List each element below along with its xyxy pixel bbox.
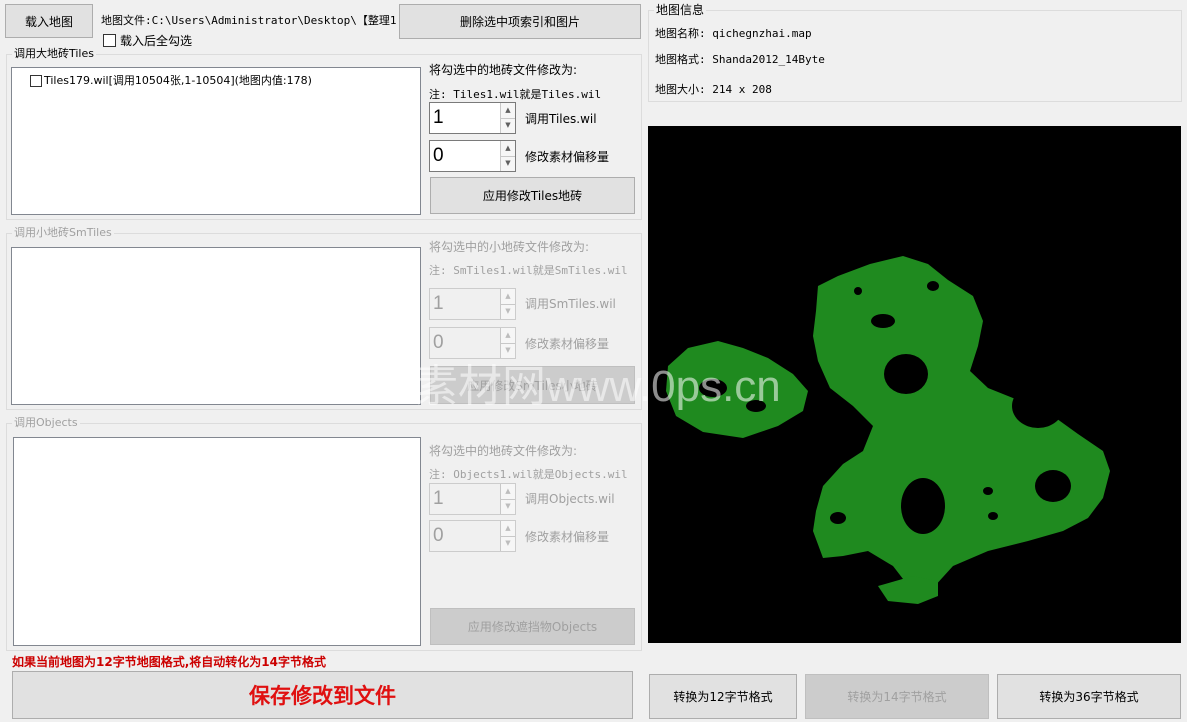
stepper-value: 1 [433, 107, 444, 128]
stepper-value: 1 [433, 293, 444, 314]
map-terrain-shape [666, 256, 1110, 604]
save-to-file-button[interactable]: 保存修改到文件 [12, 671, 633, 719]
tiles-number-stepper[interactable]: 1 ▲ ▼ [429, 102, 516, 134]
select-all-after-load-label[interactable]: 载入后全勾选 [120, 34, 192, 48]
tiles-modify-label: 将勾选中的地砖文件修改为: [429, 63, 578, 77]
tiles-listbox[interactable]: Tiles179.wil[调用10504张,1-10504](地图内值:178) [11, 67, 421, 215]
objects-listbox[interactable] [13, 437, 421, 646]
stepper-up-icon[interactable]: ▲ [500, 521, 515, 537]
objects-group-title: 调用Objects [12, 416, 80, 430]
convert-14-byte-button[interactable]: 转换为14字节格式 [805, 674, 989, 719]
stepper-value: 0 [433, 332, 444, 353]
objects-stepper-label: 调用Objects.wil [525, 492, 615, 506]
stepper-down-icon[interactable]: ▼ [500, 304, 515, 319]
smtiles-note: 注: SmTiles1.wil就是SmTiles.wil [429, 264, 628, 277]
stepper-down-icon[interactable]: ▼ [500, 156, 515, 171]
smtiles-offset-stepper[interactable]: 0 ▲ ▼ [429, 327, 516, 359]
apply-tiles-button[interactable]: 应用修改Tiles地砖 [430, 177, 635, 214]
smtiles-listbox[interactable] [11, 247, 421, 405]
stepper-up-icon[interactable]: ▲ [500, 484, 515, 500]
apply-smtiles-button[interactable]: 应用修改SmTiles小地砖 [430, 366, 635, 404]
map-name-line: 地图名称: qichegnzhai.map [655, 27, 812, 40]
stepper-value: 1 [433, 488, 444, 509]
list-item-checkbox[interactable] [30, 75, 42, 87]
map-info-title: 地图信息 [654, 3, 707, 17]
tiles-offset-stepper[interactable]: 0 ▲ ▼ [429, 140, 516, 172]
smtiles-stepper-label: 调用SmTiles.wil [525, 297, 616, 311]
stepper-up-icon[interactable]: ▲ [500, 289, 515, 305]
map-preview[interactable] [648, 126, 1181, 643]
tiles-stepper-label: 调用Tiles.wil [525, 112, 597, 126]
select-all-after-load-checkbox[interactable] [103, 34, 116, 47]
stepper-down-icon[interactable]: ▼ [500, 536, 515, 551]
tiles-note: 注: Tiles1.wil就是Tiles.wil [429, 88, 602, 101]
smtiles-offset-label: 修改素材偏移量 [525, 337, 610, 351]
objects-offset-label: 修改素材偏移量 [525, 530, 610, 544]
stepper-up-icon[interactable]: ▲ [500, 103, 515, 119]
smtiles-group-title: 调用小地砖SmTiles [12, 226, 114, 240]
convert-36-byte-button[interactable]: 转换为36字节格式 [997, 674, 1181, 719]
stepper-down-icon[interactable]: ▼ [500, 343, 515, 358]
map-format-line: 地图格式: Shanda2012_14Byte [655, 53, 825, 66]
map-file-path: 地图文件:C:\Users\Administrator\Desktop\【整理1… [101, 14, 397, 27]
map-size-line: 地图大小: 214 x 208 [655, 83, 772, 96]
objects-modify-label: 将勾选中的地砖文件修改为: [429, 444, 578, 458]
warning-text: 如果当前地图为12字节地图格式,将自动转化为14字节格式 [12, 655, 326, 669]
stepper-up-icon[interactable]: ▲ [500, 328, 515, 344]
objects-note: 注: Objects1.wil就是Objects.wil [429, 468, 628, 481]
stepper-value: 0 [433, 525, 444, 546]
stepper-down-icon[interactable]: ▼ [500, 118, 515, 133]
tiles-offset-label: 修改素材偏移量 [525, 150, 610, 164]
apply-objects-button[interactable]: 应用修改遮挡物Objects [430, 608, 635, 645]
convert-12-byte-button[interactable]: 转换为12字节格式 [649, 674, 797, 719]
delete-selected-button[interactable]: 删除选中项索引和图片 [399, 4, 641, 39]
stepper-down-icon[interactable]: ▼ [500, 499, 515, 514]
smtiles-modify-label: 将勾选中的小地砖文件修改为: [429, 240, 590, 254]
stepper-up-icon[interactable]: ▲ [500, 141, 515, 157]
stepper-value: 0 [433, 145, 444, 166]
list-item-label: Tiles179.wil[调用10504张,1-10504](地图内值:178) [44, 74, 312, 87]
list-item[interactable]: Tiles179.wil[调用10504张,1-10504](地图内值:178) [30, 74, 312, 88]
load-map-button[interactable]: 载入地图 [5, 4, 93, 38]
smtiles-number-stepper[interactable]: 1 ▲ ▼ [429, 288, 516, 320]
tiles-group-title: 调用大地砖Tiles [12, 47, 96, 61]
objects-offset-stepper[interactable]: 0 ▲ ▼ [429, 520, 516, 552]
objects-number-stepper[interactable]: 1 ▲ ▼ [429, 483, 516, 515]
